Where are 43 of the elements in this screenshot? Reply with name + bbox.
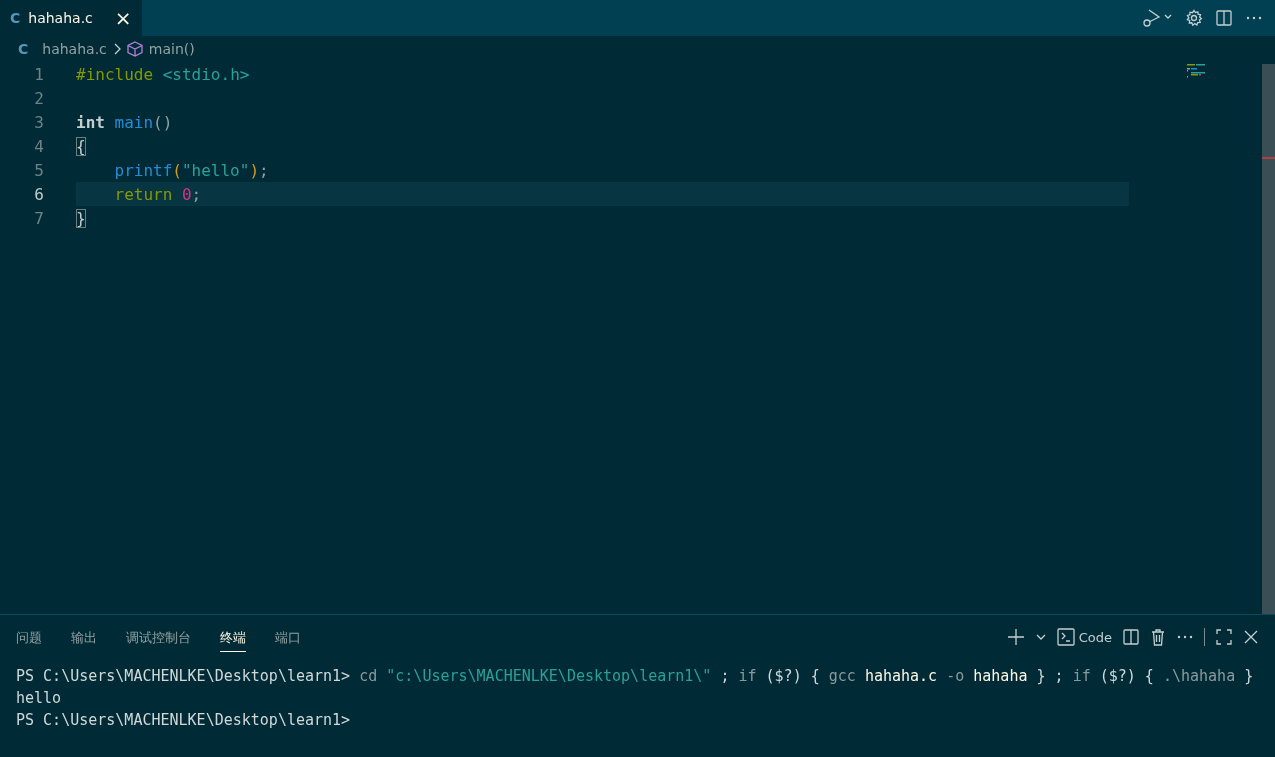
line-number: 5	[33, 160, 45, 180]
cube-icon	[126, 41, 143, 57]
code-line: }	[76, 208, 86, 228]
line-number: 2	[33, 88, 45, 108]
tab-label: hahaha.c	[28, 10, 93, 26]
terminal-line: hello	[16, 688, 63, 709]
line-number: 7	[33, 208, 45, 228]
breadcrumb-item[interactable]: hahaha.c	[42, 41, 107, 57]
code-line: return 0;	[114, 184, 202, 204]
settings-icon[interactable]	[1185, 9, 1203, 27]
breadcrumb-item[interactable]: main()	[148, 41, 195, 57]
maximize-icon[interactable]	[1215, 628, 1233, 646]
code-line: printf("hello");	[114, 160, 269, 180]
terminal-line: PS C:\Users\MACHENLKE\Desktop\learn1>	[16, 710, 352, 731]
close-icon[interactable]	[1243, 629, 1259, 645]
add-icon[interactable]	[1006, 628, 1025, 646]
editor-tab[interactable]: C hahaha.c ×	[0, 0, 142, 36]
panel-tab[interactable]: 问题	[16, 622, 42, 652]
c-file-icon: C	[10, 10, 21, 26]
run-debug-icon[interactable]	[1141, 8, 1173, 28]
panel-tab[interactable]: 输出	[71, 622, 97, 652]
line-number: 6	[33, 184, 45, 204]
close-icon[interactable]: ×	[114, 8, 132, 28]
line-number: 3	[33, 112, 45, 132]
chevron-right-icon	[112, 43, 121, 55]
terminal-icon	[1056, 628, 1075, 646]
scrollbar[interactable]	[1262, 64, 1275, 614]
minimap-drawing	[1187, 64, 1205, 78]
line-number: 1	[33, 64, 45, 84]
panel-tab[interactable]: 端口	[275, 622, 301, 652]
terminal-button[interactable]: Code	[1056, 628, 1112, 646]
trash-icon[interactable]	[1150, 628, 1166, 646]
code-line: int main()	[76, 112, 173, 132]
code-line: #include <stdio.h>	[76, 64, 250, 84]
terminal-line: PS C:\Users\MACHENLKE\Desktop\learn1> cd "c:\Users\MACHENLKE\Desktop\learn1\" ; if ($?) { gcc hahaha.c -o hahaha } ; if ($?) { .\hahaha }	[16, 666, 1255, 687]
panel-tab[interactable]: 终端	[220, 622, 246, 652]
scrollbar-marker	[1262, 157, 1275, 159]
c-file-icon: C	[18, 41, 29, 57]
split-editor-icon[interactable]	[1215, 9, 1233, 27]
code-line: {	[76, 136, 86, 156]
split-editor-icon[interactable]	[1122, 628, 1140, 646]
line-number: 4	[33, 136, 45, 156]
panel-tab[interactable]: 调试控制台	[126, 622, 191, 652]
